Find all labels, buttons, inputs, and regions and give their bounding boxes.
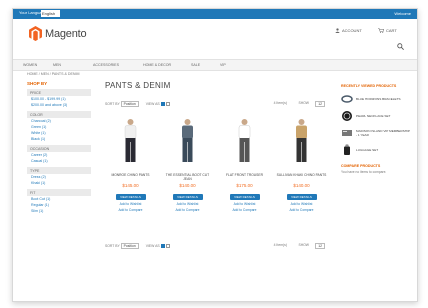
sort-label: SORT BY [105, 244, 120, 248]
filter-header-price[interactable]: PRICE [27, 89, 91, 96]
breadcrumb[interactable]: HOME / MEN / PANTS & DENIM [27, 72, 79, 76]
recent-item-name[interactable]: PEARL NECKLACE SET [356, 114, 390, 118]
sort-label: SORT BY [105, 102, 120, 106]
logo-text: Magento [45, 27, 87, 40]
filter-option[interactable]: Khaki (1) [27, 180, 91, 186]
add-to-compare-link[interactable]: Add to Compare [105, 208, 156, 212]
shop-by-title: SHOP BY [27, 81, 48, 86]
filter-option[interactable]: Casual (1) [27, 158, 91, 164]
recent-item[interactable]: LUGGAGE SET [341, 144, 411, 156]
toolbar-bottom: SORT BY Position VIEW AS 4 Item(s) SHOW … [105, 243, 327, 250]
layered-navigation: SHOP BY PRICE $100.00 - $199.99 (1) $200… [27, 81, 91, 214]
account-link[interactable]: ACCOUNT [335, 28, 362, 33]
filter-header-occasion[interactable]: OCCASION [27, 145, 91, 152]
product-price: $175.00 [236, 183, 253, 188]
store-logo[interactable]: Magento [29, 26, 87, 41]
grid-view-icon[interactable] [160, 102, 165, 107]
product-price: $140.00 [293, 183, 310, 188]
product-name[interactable]: MONROE CHINO PANTS [105, 173, 156, 182]
user-icon [335, 28, 340, 33]
compare-empty-text: You have no items to compare. [341, 170, 387, 174]
sort-select[interactable]: Position [120, 243, 139, 249]
product-price: $140.00 [179, 183, 196, 188]
recent-item[interactable]: PEARL NECKLACE SET [341, 110, 411, 122]
show-select[interactable]: 12 [315, 101, 325, 107]
sort-select[interactable]: Position [120, 101, 139, 107]
grid-view-icon[interactable] [160, 244, 165, 249]
show-label: SHOW [298, 101, 309, 105]
item-count: 4 Item(s) [273, 243, 287, 247]
product-name[interactable]: THE ESSENTIAL BOOT CUT JEAN [162, 173, 213, 182]
welcome-link[interactable]: Welcome [394, 11, 411, 16]
right-sidebar: RECENTLY VIEWED PRODUCTS BLUE HORIZONS B… [341, 84, 411, 174]
view-label: VIEW AS [145, 244, 160, 248]
product-item: SULLIVAN KHAKI CHINO PANTS $140.00 VIEW … [276, 117, 327, 212]
view-details-button[interactable]: VIEW DETAILS [229, 194, 260, 200]
filter-option[interactable]: Black (1) [27, 136, 91, 142]
nav-item-women[interactable]: WOMEN [23, 63, 37, 67]
top-bar: Your Language: English Welcome [13, 9, 417, 19]
product-price: $145.00 [122, 183, 139, 188]
nav-item-home-decor[interactable]: HOME & DECOR [143, 63, 171, 67]
account-label: ACCOUNT [342, 28, 362, 33]
browser-page: Your Language: English Welcome Magento A… [12, 8, 418, 302]
vip-card-thumbnail [342, 130, 352, 136]
product-image[interactable] [276, 117, 327, 165]
product-name[interactable]: SULLIVAN KHAKI CHINO PANTS [276, 173, 327, 182]
product-image[interactable] [105, 117, 156, 165]
add-to-wishlist-link[interactable]: Add to Wishlist [276, 202, 327, 206]
filter-option[interactable]: $200.00 and above (3) [27, 102, 91, 108]
nav-item-vip[interactable]: VIP [220, 63, 226, 67]
filter-header-color[interactable]: COLOR [27, 111, 91, 118]
bracelet-thumbnail [341, 95, 353, 103]
add-to-wishlist-link[interactable]: Add to Wishlist [162, 202, 213, 206]
product-name[interactable]: FLAT FRONT TROUSER [219, 173, 270, 182]
page-title: PANTS & DENIM [105, 81, 171, 90]
filter-header-fit[interactable]: FIT [27, 189, 91, 196]
cart-link[interactable]: CART [378, 28, 397, 33]
magento-logo-icon [29, 26, 42, 41]
view-label: VIEW AS [145, 102, 160, 106]
product-item: FLAT FRONT TROUSER $175.00 VIEW DETAILS … [219, 117, 270, 212]
add-to-compare-link[interactable]: Add to Compare [162, 208, 213, 212]
nav-item-accessories[interactable]: ACCESSORIES [93, 63, 119, 67]
show-select[interactable]: 12 [315, 243, 325, 249]
product-grid: MONROE CHINO PANTS $145.00 VIEW DETAILS … [105, 117, 327, 212]
recent-item[interactable]: BLUE HORIZONS BRACELETS [341, 93, 411, 105]
product-listing: PANTS & DENIM SORT BY Position VIEW AS 4… [105, 81, 327, 249]
view-details-button[interactable]: VIEW DETAILS [286, 194, 317, 200]
nav-item-sale[interactable]: SALE [191, 63, 200, 67]
add-to-compare-link[interactable]: Add to Compare [219, 208, 270, 212]
toolbar-top: SORT BY Position VIEW AS 4 Item(s) SHOW … [105, 101, 327, 108]
product-image[interactable] [219, 117, 270, 165]
list-view-icon[interactable] [165, 102, 170, 107]
nav-item-men[interactable]: MEN [53, 63, 61, 67]
recent-item-name[interactable]: LUGGAGE SET [356, 148, 378, 152]
cart-icon [378, 28, 384, 33]
main-navigation: WOMEN MEN ACCESSORIES HOME & DECOR SALE … [13, 59, 417, 71]
filter-header-type[interactable]: TYPE [27, 167, 91, 174]
add-to-compare-link[interactable]: Add to Compare [276, 208, 327, 212]
necklace-thumbnail [342, 111, 352, 121]
recent-item-name[interactable]: MADISON ISLAND VIP MEMBERSHIP - 1 YEAR [356, 129, 411, 137]
view-details-button[interactable]: VIEW DETAILS [115, 194, 146, 200]
product-item: THE ESSENTIAL BOOT CUT JEAN $140.00 VIEW… [162, 117, 213, 212]
product-image[interactable] [162, 117, 213, 165]
item-count: 4 Item(s) [273, 101, 287, 105]
list-view-icon[interactable] [165, 244, 170, 249]
compare-products-title: COMPARE PRODUCTS [341, 164, 381, 168]
product-item: MONROE CHINO PANTS $145.00 VIEW DETAILS … [105, 117, 156, 212]
language-select[interactable]: English [41, 10, 60, 17]
add-to-wishlist-link[interactable]: Add to Wishlist [219, 202, 270, 206]
show-label: SHOW [298, 243, 309, 247]
filter-option[interactable]: Slim (1) [27, 208, 91, 214]
search-icon[interactable] [397, 43, 404, 50]
add-to-wishlist-link[interactable]: Add to Wishlist [105, 202, 156, 206]
recently-viewed-title: RECENTLY VIEWED PRODUCTS [341, 84, 397, 88]
view-details-button[interactable]: VIEW DETAILS [172, 194, 203, 200]
recent-item[interactable]: MADISON ISLAND VIP MEMBERSHIP - 1 YEAR [341, 127, 411, 139]
recent-item-name[interactable]: BLUE HORIZONS BRACELETS [356, 97, 401, 101]
luggage-thumbnail [344, 144, 350, 155]
cart-label: CART [386, 28, 397, 33]
